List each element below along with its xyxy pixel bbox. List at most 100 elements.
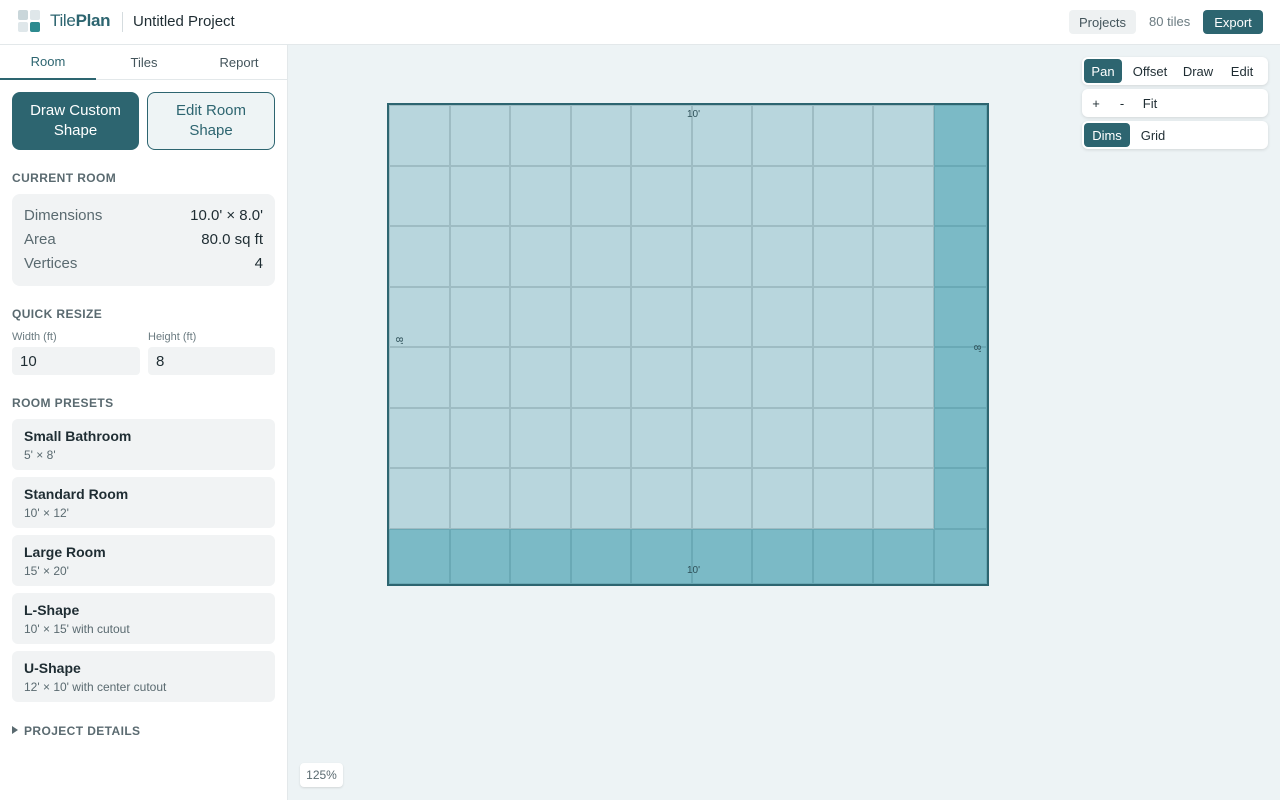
tile bbox=[389, 347, 450, 408]
current-room-title: CURRENT ROOM bbox=[12, 171, 117, 185]
projects-button[interactable]: Projects bbox=[1069, 10, 1136, 34]
tile bbox=[510, 407, 571, 468]
tile bbox=[752, 468, 813, 529]
offset-tool-button[interactable]: Offset bbox=[1126, 59, 1174, 83]
project-name[interactable]: Untitled Project bbox=[133, 13, 235, 30]
dims-toggle-button[interactable]: Dims bbox=[1084, 123, 1130, 147]
vertices-label: Vertices bbox=[24, 255, 78, 272]
tile bbox=[510, 528, 571, 584]
tile bbox=[812, 226, 873, 287]
tile bbox=[449, 226, 510, 287]
header-divider bbox=[122, 12, 123, 32]
tile bbox=[449, 528, 510, 584]
dimensions-row: Dimensions 10.0' × 8.0' bbox=[24, 207, 263, 227]
tile bbox=[449, 347, 510, 408]
zoom-level-badge: 125% bbox=[300, 763, 343, 787]
dim-top-label: 10' bbox=[687, 109, 701, 120]
tile bbox=[812, 468, 873, 529]
tile bbox=[570, 286, 631, 347]
tile bbox=[449, 407, 510, 468]
area-label: Area bbox=[24, 231, 56, 248]
tile bbox=[873, 226, 934, 287]
tile-count: 80 tiles bbox=[1149, 14, 1191, 29]
tile bbox=[873, 528, 934, 584]
preset-small-bathroom[interactable]: Small Bathroom 5' × 8' bbox=[12, 419, 275, 470]
draw-custom-shape-button[interactable]: Draw Custom Shape bbox=[12, 92, 139, 150]
tile bbox=[389, 468, 450, 529]
tile bbox=[691, 286, 752, 347]
tile bbox=[752, 528, 813, 584]
vertices-row: Vertices 4 bbox=[24, 255, 263, 275]
tile bbox=[510, 347, 571, 408]
grid-toggle-button[interactable]: Grid bbox=[1134, 123, 1172, 147]
tile bbox=[933, 226, 987, 287]
tile bbox=[631, 286, 692, 347]
height-label: Height (ft) bbox=[148, 331, 197, 343]
tile bbox=[449, 105, 510, 166]
tile bbox=[449, 165, 510, 226]
canvas-area[interactable]: 10' 10' 8' 8' Pan Offset Draw Edit + - F… bbox=[288, 45, 1280, 800]
logo-icon bbox=[18, 10, 42, 34]
preset-name: U-Shape bbox=[24, 660, 81, 676]
tile bbox=[389, 105, 450, 166]
edit-tool-button[interactable]: Edit bbox=[1224, 59, 1260, 83]
tile bbox=[752, 105, 813, 166]
tile bbox=[389, 165, 450, 226]
draw-tool-button[interactable]: Draw bbox=[1178, 59, 1218, 83]
quick-resize-title: QUICK RESIZE bbox=[12, 307, 103, 321]
tile bbox=[752, 407, 813, 468]
project-details-label: PROJECT DETAILS bbox=[24, 724, 141, 738]
tile bbox=[510, 286, 571, 347]
tile bbox=[449, 468, 510, 529]
tile bbox=[510, 226, 571, 287]
width-label: Width (ft) bbox=[12, 331, 57, 343]
brand-logo: TilePlan bbox=[50, 11, 111, 30]
zoom-in-button[interactable]: + bbox=[1086, 91, 1106, 115]
tile bbox=[631, 165, 692, 226]
current-room-card: Dimensions 10.0' × 8.0' Area 80.0 sq ft … bbox=[12, 194, 275, 286]
tile bbox=[570, 165, 631, 226]
export-button[interactable]: Export bbox=[1203, 10, 1263, 34]
sidebar: Room Tiles Report Draw Custom Shape Edit… bbox=[0, 45, 288, 800]
tile bbox=[510, 468, 571, 529]
preset-desc: 10' × 15' with cutout bbox=[24, 622, 130, 636]
tile bbox=[933, 347, 987, 408]
preset-large-room[interactable]: Large Room 15' × 20' bbox=[12, 535, 275, 586]
tile bbox=[812, 286, 873, 347]
tile bbox=[812, 105, 873, 166]
pan-tool-button[interactable]: Pan bbox=[1084, 59, 1122, 83]
tile bbox=[752, 165, 813, 226]
preset-standard-room[interactable]: Standard Room 10' × 12' bbox=[12, 477, 275, 528]
project-details-toggle[interactable]: PROJECT DETAILS bbox=[12, 724, 140, 738]
preset-desc: 5' × 8' bbox=[24, 448, 56, 462]
height-input[interactable] bbox=[148, 347, 275, 375]
tile bbox=[631, 528, 692, 584]
dimensions-label: Dimensions bbox=[24, 207, 103, 224]
width-input[interactable] bbox=[12, 347, 140, 375]
room-outline[interactable]: 10' 10' 8' 8' bbox=[387, 103, 989, 586]
tile bbox=[933, 528, 987, 584]
preset-name: Standard Room bbox=[24, 486, 129, 502]
tab-room[interactable]: Room bbox=[0, 45, 96, 80]
fit-button[interactable]: Fit bbox=[1136, 91, 1164, 115]
tab-tiles[interactable]: Tiles bbox=[96, 45, 192, 79]
preset-desc: 10' × 12' bbox=[24, 506, 69, 520]
zoom-toolbar: + - Fit bbox=[1082, 89, 1268, 117]
tile bbox=[873, 347, 934, 408]
edit-room-shape-button[interactable]: Edit Room Shape bbox=[147, 92, 275, 150]
preset-l-shape[interactable]: L-Shape 10' × 15' with cutout bbox=[12, 593, 275, 644]
dim-left-label: 8' bbox=[393, 336, 405, 345]
tile bbox=[570, 468, 631, 529]
tile bbox=[812, 407, 873, 468]
room-presets-title: ROOM PRESETS bbox=[12, 396, 114, 410]
tile bbox=[389, 226, 450, 287]
tile bbox=[570, 407, 631, 468]
preset-u-shape[interactable]: U-Shape 12' × 10' with center cutout bbox=[12, 651, 275, 702]
tile bbox=[631, 468, 692, 529]
tab-report[interactable]: Report bbox=[191, 45, 287, 79]
sidebar-tabs: Room Tiles Report bbox=[0, 45, 287, 80]
tile bbox=[691, 528, 752, 584]
tile bbox=[933, 407, 987, 468]
tile bbox=[691, 468, 752, 529]
zoom-out-button[interactable]: - bbox=[1112, 91, 1132, 115]
